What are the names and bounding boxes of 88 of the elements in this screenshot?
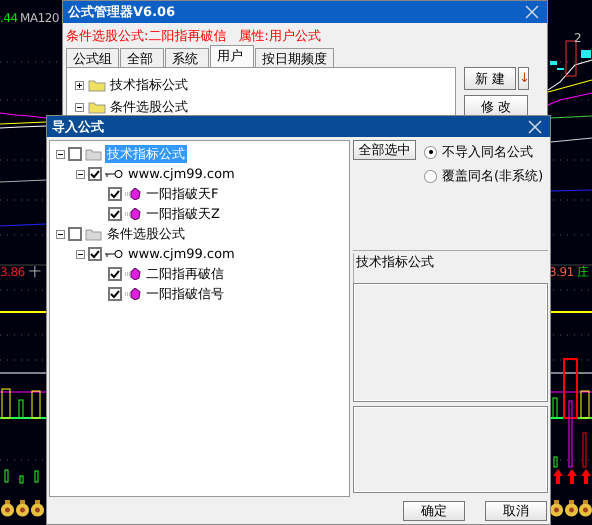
- diamond-icon: [125, 188, 141, 200]
- tree-item[interactable]: www.cjm99.com: [126, 166, 237, 182]
- money-bag-icon: [565, 500, 578, 516]
- tree-item[interactable]: 条件选股公式: [110, 98, 188, 116]
- formula-info: 条件选股公式:二阳指再破信: [66, 28, 226, 46]
- checkbox[interactable]: [88, 247, 102, 262]
- volume-bar: [4, 470, 8, 482]
- close-icon[interactable]: [526, 118, 544, 136]
- option-label: 覆盖同名(非系统): [442, 168, 544, 186]
- radio-button[interactable]: [424, 170, 437, 183]
- tab[interactable]: 公式组: [66, 48, 119, 67]
- volume-bar: [34, 470, 38, 482]
- new-button[interactable]: 新 建: [464, 67, 516, 90]
- diamond-icon: [125, 288, 141, 300]
- tree-item[interactable]: 条件选股公式: [105, 225, 187, 244]
- collapse-icon[interactable]: [56, 150, 65, 159]
- money-bag-icon: [31, 500, 44, 516]
- diamond-icon: [125, 208, 141, 220]
- collapse-icon[interactable]: [76, 170, 85, 179]
- indicator-line: [0, 180, 46, 182]
- key-icon: [105, 169, 123, 180]
- window-title: 公式管理器V6.06: [68, 4, 176, 21]
- chart-label: 2: [574, 31, 582, 45]
- money-bag-icon: [550, 500, 563, 516]
- up-arrow-icon: [567, 469, 577, 484]
- checkbox[interactable]: [108, 207, 122, 222]
- volume-bar: [552, 398, 558, 418]
- tree-item[interactable]: 一阳指破天Z: [144, 205, 222, 224]
- volume-bar: [580, 390, 590, 418]
- chart-label: .44: [0, 11, 18, 25]
- collapse-icon[interactable]: [76, 250, 85, 259]
- chart-label: 3.86: [0, 265, 25, 279]
- volume-bar: [2, 388, 10, 418]
- chart-label: 十: [29, 265, 40, 279]
- radio-button[interactable]: [424, 146, 437, 159]
- tree-item[interactable]: 二阳指再破信: [144, 265, 226, 284]
- tab[interactable]: 系统: [165, 48, 209, 67]
- money-bag-icon: [579, 500, 592, 516]
- money-bag-icon: [1, 500, 14, 516]
- indicator-line: [550, 190, 592, 192]
- attribute-info: 属性:用户公式: [238, 28, 321, 46]
- folder-icon: [88, 78, 106, 92]
- up-arrow-icon: [581, 469, 591, 484]
- volume-bar: [20, 476, 24, 484]
- tab[interactable]: 用户: [210, 45, 254, 67]
- candle: [566, 40, 576, 76]
- folder-icon: [85, 147, 102, 162]
- move-down-button[interactable]: ↓: [518, 67, 529, 90]
- folder-icon: [85, 227, 102, 242]
- up-arrow-icon: [553, 469, 563, 484]
- checkbox[interactable]: [108, 187, 122, 202]
- indicator-line: [548, 92, 592, 106]
- collapse-icon[interactable]: [56, 230, 65, 239]
- key-icon: [105, 249, 123, 260]
- chart-label: 3.91: [549, 265, 574, 279]
- volume-bar: [554, 456, 558, 468]
- checkbox[interactable]: [68, 227, 82, 242]
- cancel-button[interactable]: 取消: [485, 501, 547, 522]
- checkbox[interactable]: [108, 287, 122, 302]
- chart-label: 庄: [577, 265, 588, 279]
- tree-item[interactable]: 一阳指破天F: [144, 185, 220, 204]
- checkbox[interactable]: [88, 167, 102, 182]
- expand-icon[interactable]: [75, 80, 84, 90]
- volume-bar: [32, 390, 40, 418]
- option-label: 不导入同名公式: [442, 144, 533, 162]
- indicator-line: [550, 138, 592, 142]
- tab[interactable]: 按日期频度: [255, 48, 334, 67]
- chart-label: MA120: [20, 11, 59, 25]
- ok-button[interactable]: 确定: [403, 501, 465, 522]
- indicator-line: [550, 116, 592, 118]
- candle: [581, 50, 591, 58]
- window-title: 导入公式: [52, 118, 105, 136]
- indicator-line: [0, 112, 46, 118]
- tree-item[interactable]: 一阳指破信号: [144, 285, 226, 304]
- tab[interactable]: 全部: [120, 48, 164, 67]
- collapse-icon[interactable]: [75, 102, 84, 112]
- money-bag-icon: [16, 500, 29, 516]
- checkbox[interactable]: [108, 267, 122, 282]
- tree-item[interactable]: www.cjm99.com: [126, 246, 237, 262]
- select-all-button[interactable]: 全部选中: [353, 140, 416, 160]
- volume-bar: [18, 400, 24, 418]
- volume-bar: [582, 432, 586, 468]
- candle: [550, 61, 557, 65]
- diamond-icon: [125, 268, 141, 280]
- tree-item[interactable]: 技术指标公式: [110, 76, 188, 94]
- close-icon[interactable]: [523, 3, 541, 21]
- indicator-line: [0, 224, 46, 226]
- checkbox[interactable]: [68, 147, 82, 162]
